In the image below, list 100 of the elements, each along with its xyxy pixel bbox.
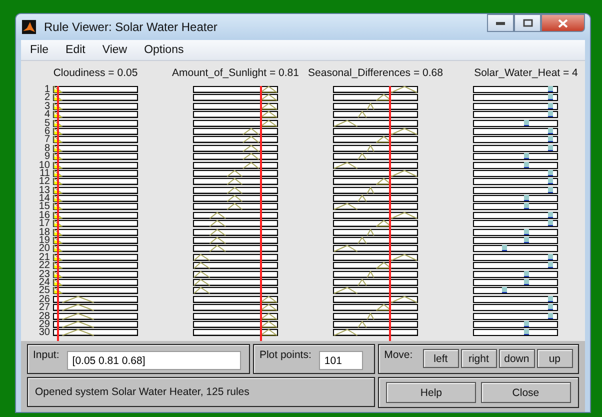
output-plot[interactable]: [473, 296, 558, 303]
output-plot[interactable]: [473, 312, 558, 320]
membership-plot[interactable]: [333, 312, 418, 320]
membership-plot[interactable]: [333, 212, 418, 219]
membership-plot[interactable]: [53, 320, 138, 328]
membership-plot[interactable]: [53, 228, 138, 236]
output-plot[interactable]: [473, 278, 558, 286]
rule-number[interactable]: 4: [44, 111, 50, 120]
output-plot[interactable]: [473, 186, 558, 194]
output-plot[interactable]: [473, 170, 558, 177]
membership-plot[interactable]: [53, 153, 138, 160]
rule-number[interactable]: 13: [38, 186, 50, 196]
membership-plot[interactable]: [333, 195, 418, 202]
minimize-button[interactable]: [487, 14, 514, 32]
rule-number[interactable]: 19: [38, 237, 50, 246]
membership-plot[interactable]: [333, 144, 418, 152]
membership-plot[interactable]: [333, 120, 418, 127]
output-plot[interactable]: [473, 144, 558, 152]
menu-item[interactable]: Options: [135, 44, 192, 56]
close-button[interactable]: [541, 14, 585, 32]
membership-plot[interactable]: [333, 153, 418, 160]
membership-plot[interactable]: [193, 136, 278, 144]
membership-plot[interactable]: [193, 237, 278, 244]
rule-number[interactable]: 30: [38, 329, 50, 338]
membership-plot[interactable]: [193, 195, 278, 202]
membership-plot[interactable]: [53, 220, 138, 228]
membership-plot[interactable]: [53, 312, 138, 320]
rule-number[interactable]: 2: [44, 94, 50, 103]
membership-plot[interactable]: [193, 254, 278, 261]
rule-number[interactable]: 26: [38, 296, 50, 304]
membership-plot[interactable]: [53, 296, 138, 303]
membership-plot[interactable]: [193, 203, 278, 210]
output-plot[interactable]: [473, 94, 558, 102]
move-button[interactable]: up: [536, 349, 573, 368]
rule-number[interactable]: 12: [38, 178, 50, 187]
membership-plot[interactable]: [333, 245, 418, 252]
rule-number[interactable]: 28: [38, 312, 50, 321]
rule-number[interactable]: 25: [38, 287, 50, 296]
output-plot[interactable]: [473, 212, 558, 219]
rule-number[interactable]: 17: [38, 220, 50, 229]
dialog-button[interactable]: Help: [386, 382, 476, 403]
move-button[interactable]: left: [422, 349, 459, 368]
rule-number[interactable]: 5: [44, 120, 50, 128]
membership-plot[interactable]: [193, 94, 278, 102]
membership-plot[interactable]: [333, 178, 418, 186]
rule-number[interactable]: 29: [38, 320, 50, 330]
membership-plot[interactable]: [53, 245, 138, 252]
membership-plot[interactable]: [53, 195, 138, 202]
output-plot[interactable]: [473, 304, 558, 312]
membership-plot[interactable]: [333, 320, 418, 328]
rule-number[interactable]: 27: [38, 304, 50, 313]
rule-number[interactable]: 20: [38, 245, 50, 254]
rule-number[interactable]: 9: [44, 153, 50, 162]
membership-plot[interactable]: [53, 136, 138, 144]
membership-plot[interactable]: [53, 178, 138, 186]
rule-number[interactable]: 21: [38, 254, 50, 262]
membership-plot[interactable]: [193, 178, 278, 186]
rule-number[interactable]: 3: [44, 102, 50, 112]
move-button[interactable]: down: [498, 349, 535, 368]
membership-plot[interactable]: [53, 128, 138, 135]
membership-plot[interactable]: [193, 287, 278, 294]
membership-plot[interactable]: [53, 329, 138, 336]
rule-number[interactable]: 1: [44, 86, 50, 94]
output-plot[interactable]: [473, 270, 558, 278]
rule-number[interactable]: 10: [38, 162, 50, 170]
output-plot[interactable]: [473, 237, 558, 244]
rule-number[interactable]: 16: [38, 212, 50, 220]
membership-plot[interactable]: [53, 237, 138, 244]
membership-plot[interactable]: [333, 254, 418, 261]
membership-plot[interactable]: [53, 254, 138, 261]
membership-plot[interactable]: [333, 102, 418, 110]
rule-number[interactable]: 24: [38, 278, 50, 288]
membership-plot[interactable]: [333, 203, 418, 210]
output-plot[interactable]: [473, 128, 558, 135]
membership-plot[interactable]: [193, 128, 278, 135]
rule-number[interactable]: 15: [38, 203, 50, 212]
output-plot[interactable]: [473, 120, 558, 127]
membership-plot[interactable]: [333, 136, 418, 144]
rule-number[interactable]: 6: [44, 128, 50, 136]
membership-plot[interactable]: [193, 162, 278, 169]
membership-plot[interactable]: [193, 86, 278, 93]
output-plot[interactable]: [473, 162, 558, 169]
plot-points-field[interactable]: 101: [319, 351, 364, 370]
output-plot[interactable]: [473, 228, 558, 236]
membership-plot[interactable]: [53, 102, 138, 110]
rule-number[interactable]: 8: [44, 144, 50, 154]
input-line[interactable]: [260, 86, 262, 341]
membership-plot[interactable]: [193, 212, 278, 219]
membership-plot[interactable]: [193, 111, 278, 118]
output-plot[interactable]: [473, 111, 558, 118]
output-plot[interactable]: [473, 195, 558, 202]
membership-plot[interactable]: [193, 312, 278, 320]
output-plot[interactable]: [473, 262, 558, 270]
membership-plot[interactable]: [53, 111, 138, 118]
membership-plot[interactable]: [333, 86, 418, 93]
membership-plot[interactable]: [333, 296, 418, 303]
membership-plot[interactable]: [333, 228, 418, 236]
output-plot[interactable]: [473, 203, 558, 210]
membership-plot[interactable]: [193, 320, 278, 328]
membership-plot[interactable]: [193, 102, 278, 110]
